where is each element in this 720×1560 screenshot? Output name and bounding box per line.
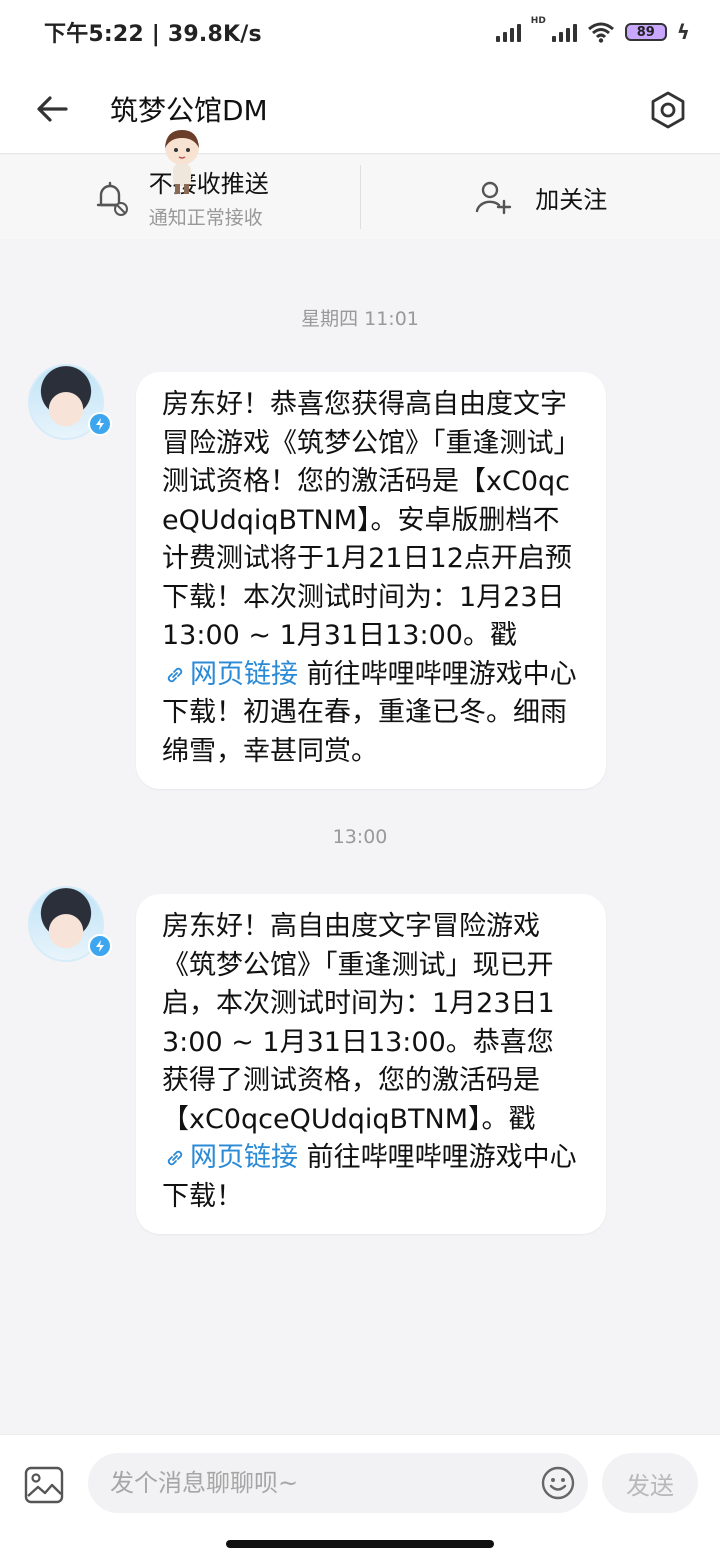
status-time-speed: 下午5:22 | 39.8K/s <box>44 22 262 47</box>
image-button[interactable] <box>22 1463 66 1507</box>
charging-icon: ϟ <box>676 20 690 44</box>
back-arrow-icon <box>37 95 68 122</box>
avatar[interactable] <box>28 886 112 962</box>
follow-button[interactable]: 加关注 <box>361 155 720 239</box>
battery-indicator: 89 <box>624 23 667 41</box>
wifi-icon <box>587 22 614 43</box>
follow-label: 加关注 <box>535 185 608 214</box>
web-link[interactable]: 网页链接 <box>162 1142 298 1173</box>
mute-push-button[interactable]: 不接收推送 通知正常接收 <box>0 155 360 239</box>
message-timestamp: 13:00 <box>332 826 388 848</box>
signal-icon <box>495 22 521 42</box>
message-input[interactable] <box>110 1469 510 1497</box>
hd-label: HD <box>530 16 546 26</box>
send-button[interactable]: 发送 <box>602 1453 698 1513</box>
message-timestamp: 星期四 11:01 <box>301 308 419 330</box>
home-indicator[interactable] <box>226 1540 494 1548</box>
settings-button[interactable] <box>638 80 698 140</box>
mute-label: 不接收推送 <box>148 170 269 198</box>
link-label: 网页链接 <box>190 1142 298 1173</box>
action-strip: 不接收推送 通知正常接收 加关注 <box>0 155 720 239</box>
message-bubble[interactable]: 房东好！高自由度文字冒险游戏《筑梦公馆》「重逢测试」现已开启，本次测试时间为：1… <box>136 894 606 1234</box>
status-bar: 下午5:22 | 39.8K/s HD 89 ϟ <box>0 0 720 64</box>
emoji-icon <box>541 1466 575 1500</box>
link-icon <box>167 1150 183 1166</box>
emoji-button[interactable] <box>540 1465 576 1501</box>
status-icons: HD 89 ϟ <box>495 16 690 44</box>
image-icon <box>24 1466 64 1504</box>
page-title: 筑梦公馆DM <box>110 93 268 127</box>
verified-icon <box>88 412 112 436</box>
chat-header: 筑梦公馆DM <box>0 64 720 154</box>
add-user-icon <box>476 181 512 215</box>
mute-sublabel: 通知正常接收 <box>148 207 263 229</box>
link-label: 网页链接 <box>190 658 298 690</box>
back-button[interactable] <box>24 81 80 137</box>
bell-muted-icon <box>96 181 128 216</box>
message-text: 房东好！高自由度文字冒险游戏《筑梦公馆》「重逢测试」现已开启，本次测试时间为：1… <box>162 911 555 1135</box>
link-icon <box>167 667 183 682</box>
message-input-container <box>88 1453 588 1513</box>
avatar[interactable] <box>28 364 112 440</box>
verified-icon <box>88 934 112 958</box>
web-link[interactable]: 网页链接 <box>162 659 298 690</box>
settings-hexagon-icon <box>651 91 685 129</box>
signal-icon-2 <box>551 22 577 42</box>
message-text: 房东好！恭喜您获得高自由度文字冒险游戏《筑梦公馆》「重逢测试」测试资格！您的激活… <box>162 389 572 651</box>
chat-screen: 下午5:22 | 39.8K/s HD 89 ϟ 筑梦公馆DM 不接收推送 通知… <box>0 0 720 1560</box>
message-bubble[interactable]: 房东好！恭喜您获得高自由度文字冒险游戏《筑梦公馆》「重逢测试」测试资格！您的激活… <box>136 372 606 789</box>
mute-text: 不接收推送 通知正常接收 <box>149 164 269 230</box>
